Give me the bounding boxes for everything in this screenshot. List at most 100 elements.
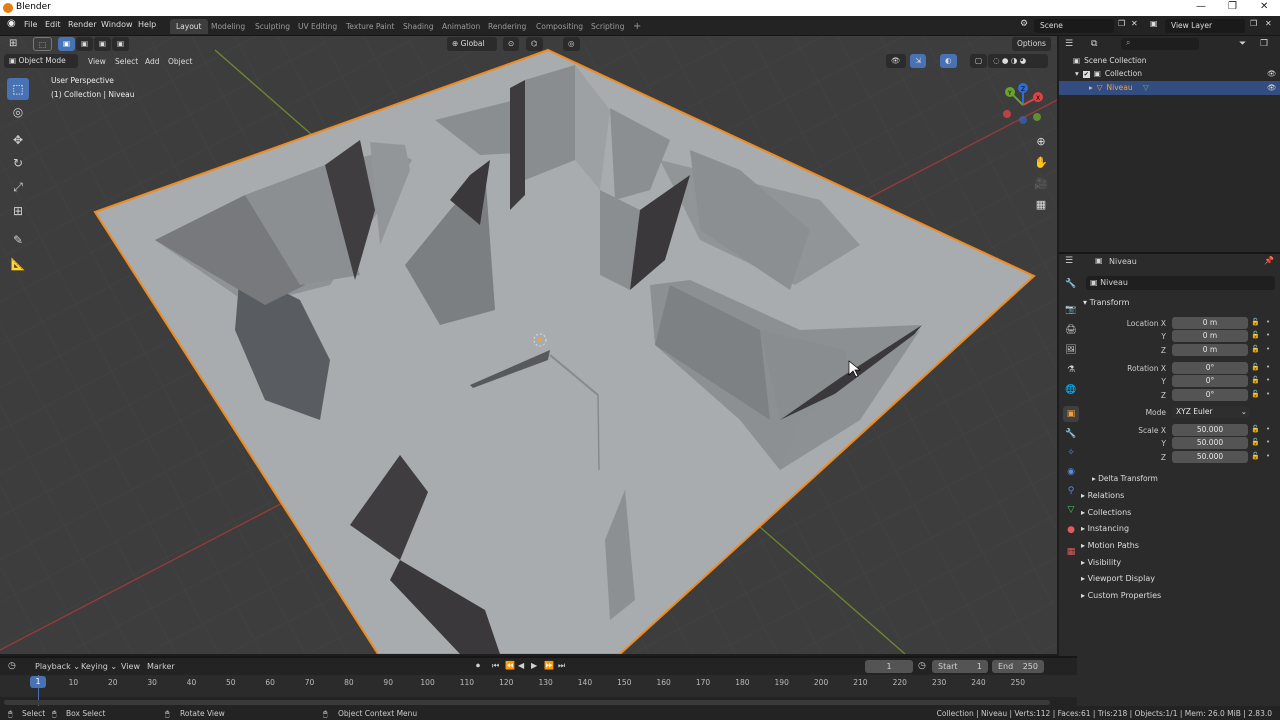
play-reverse-icon[interactable]: ◀ xyxy=(518,661,524,670)
keyframe-dot-icon[interactable]: • xyxy=(1266,438,1270,446)
scene-selector[interactable]: Scene xyxy=(1034,19,1114,33)
delete-view-layer-icon[interactable]: ✕ xyxy=(1265,19,1272,28)
keyframe-dot-icon[interactable]: • xyxy=(1266,425,1270,433)
select-tool-icon[interactable]: ⬚ xyxy=(7,78,29,100)
menu-file[interactable]: File xyxy=(24,20,37,29)
section-relations[interactable]: ▸ Relations xyxy=(1081,491,1124,500)
lock-icon[interactable]: 🔓 xyxy=(1251,318,1260,326)
select-extend-icon[interactable]: ▣ xyxy=(76,37,94,51)
section-visibility[interactable]: ▸ Visibility xyxy=(1081,558,1121,567)
minimize-icon[interactable]: — xyxy=(1196,1,1206,12)
current-frame-field[interactable]: 1 xyxy=(865,660,913,673)
tab-constraints-icon[interactable]: ⚲ xyxy=(1063,483,1079,499)
keyframe-dot-icon[interactable]: • xyxy=(1266,452,1270,460)
scale-tool-icon[interactable]: ⤢ xyxy=(7,176,29,198)
gizmo-toggle-icon[interactable]: ⇲ xyxy=(910,54,927,68)
tab-world-icon[interactable]: 🌐 xyxy=(1063,382,1079,398)
tab-particles-icon[interactable]: ✧ xyxy=(1063,445,1079,461)
lock-icon[interactable]: 🔓 xyxy=(1251,452,1260,460)
box-select-mode-icon[interactable]: ▣ xyxy=(58,37,76,51)
mode-dropdown[interactable]: ▣ Object Mode xyxy=(4,54,78,68)
expand-arrow-icon[interactable]: ▸ xyxy=(1089,83,1093,92)
outliner-editor-icon[interactable]: ☰ xyxy=(1065,39,1073,49)
keyframe-dot-icon[interactable]: • xyxy=(1266,345,1270,353)
location-x-field[interactable]: 0 m xyxy=(1172,317,1248,329)
pivot-point-icon[interactable]: ⊙ xyxy=(503,37,520,51)
menu-window[interactable]: Window xyxy=(101,20,133,29)
lock-icon[interactable]: 🔓 xyxy=(1251,376,1260,384)
new-scene-icon[interactable]: ❐ xyxy=(1118,19,1125,28)
tab-sculpting[interactable]: Sculpting xyxy=(249,19,296,34)
keyframe-dot-icon[interactable]: • xyxy=(1266,331,1270,339)
timeline-editor-icon[interactable]: ◷ xyxy=(8,661,16,671)
tab-compositing[interactable]: Compositing xyxy=(530,19,589,34)
delete-scene-icon[interactable]: ✕ xyxy=(1131,19,1138,28)
lock-icon[interactable]: 🔓 xyxy=(1251,438,1260,446)
rotation-x-field[interactable]: 0° xyxy=(1172,362,1248,374)
lock-icon[interactable]: 🔓 xyxy=(1251,331,1260,339)
delta-transform-subpanel[interactable]: ▸ Delta Transform xyxy=(1092,474,1158,483)
section-collections[interactable]: ▸ Collections xyxy=(1081,508,1131,517)
tab-material-icon[interactable]: ● xyxy=(1063,522,1079,538)
measure-tool-icon[interactable]: 📐 xyxy=(7,253,29,275)
lock-icon[interactable]: 🔓 xyxy=(1251,425,1260,433)
lock-icon[interactable]: 🔓 xyxy=(1251,363,1260,371)
tab-rendering[interactable]: Rendering xyxy=(482,19,532,34)
add-workspace-button[interactable]: + xyxy=(627,19,647,34)
tab-physics-icon[interactable]: ◉ xyxy=(1063,464,1079,480)
tab-uv-editing[interactable]: UV Editing xyxy=(292,19,343,34)
tab-texture-icon[interactable]: ▦ xyxy=(1063,544,1079,560)
jump-start-icon[interactable]: ⏮ xyxy=(492,661,499,671)
outliner-row-collection[interactable]: ▾ ✔ ▣ Collection 👁 xyxy=(1059,67,1280,81)
snap-icon[interactable]: ⌬ xyxy=(526,37,543,51)
tab-object-icon[interactable]: ▣ xyxy=(1063,406,1079,422)
eye-icon[interactable]: 👁 xyxy=(1267,67,1277,81)
location-y-field[interactable]: 0 m xyxy=(1172,330,1248,342)
location-z-field[interactable]: 0 m xyxy=(1172,344,1248,356)
expand-arrow-icon[interactable]: ▾ xyxy=(1075,69,1079,78)
eye-icon[interactable]: 👁 xyxy=(1267,81,1277,95)
transform-tool-icon[interactable]: ⊞ xyxy=(7,200,29,222)
annotate-tool-icon[interactable]: ✎ xyxy=(7,229,29,251)
cursor-tool-icon[interactable]: ◎ xyxy=(7,101,29,123)
tab-modeling[interactable]: Modeling xyxy=(205,19,251,34)
maximize-icon[interactable]: ❐ xyxy=(1228,1,1237,12)
rotation-z-field[interactable]: 0° xyxy=(1172,389,1248,401)
outliner-search-input[interactable]: ⌕ xyxy=(1121,38,1199,50)
move-tool-icon[interactable]: ✥ xyxy=(7,129,29,151)
zoom-icon[interactable]: ⊕ xyxy=(1032,133,1050,151)
proportional-editing-icon[interactable]: ◎ xyxy=(563,37,580,51)
tab-tool-icon[interactable]: 🔧 xyxy=(1063,276,1079,292)
clock-icon[interactable]: ◷ xyxy=(918,661,926,671)
viewport-menu-view[interactable]: View xyxy=(88,57,106,66)
tab-modifiers-icon[interactable]: 🔧 xyxy=(1063,426,1079,442)
shading-mode-buttons[interactable]: ◌ ● ◑ ◕ xyxy=(988,54,1048,68)
scale-x-field[interactable]: 50.000 xyxy=(1172,424,1248,436)
section-motion-paths[interactable]: ▸ Motion Paths xyxy=(1081,541,1139,550)
properties-editor-icon[interactable]: ☰ xyxy=(1065,256,1073,266)
keyframe-dot-icon[interactable]: • xyxy=(1266,390,1270,398)
3d-viewport[interactable]: ⊞ ⬚ ▣ ▣ ▣ ▣ ⊕ Global ⊙ ⌬ ◎ Options ▣ Obj… xyxy=(0,36,1057,654)
close-icon[interactable]: ✕ xyxy=(1260,1,1268,12)
timeline-scrollbar[interactable] xyxy=(4,700,1050,705)
timeline-editor[interactable]: ◷ Playback ⌄ Keying ⌄ View Marker ⏺ ⏮ ⏪ … xyxy=(0,656,1077,708)
visibility-icon[interactable]: 👁 xyxy=(886,54,906,68)
navigation-gizmo[interactable]: Z Y X xyxy=(998,80,1048,130)
viewport-menu-select[interactable]: Select xyxy=(115,57,138,66)
section-viewport-display[interactable]: ▸ Viewport Display xyxy=(1081,574,1155,583)
viewport-menu-object[interactable]: Object xyxy=(168,57,192,66)
transform-section-header[interactable]: ▾ Transform xyxy=(1083,298,1129,307)
rotation-mode-dropdown[interactable]: XYZ Euler ⌄ xyxy=(1172,406,1250,418)
display-mode-icon[interactable]: ⧉ xyxy=(1091,39,1097,49)
filter-icon[interactable]: ⏷ xyxy=(1239,39,1246,49)
tab-output-icon[interactable]: 🖨 xyxy=(1063,322,1079,338)
menu-edit[interactable]: Edit xyxy=(45,20,61,29)
select-mode-icon[interactable]: ⬚ xyxy=(33,37,53,51)
menu-render[interactable]: Render xyxy=(68,20,96,29)
scene-icon[interactable]: ⚙ xyxy=(1020,19,1028,29)
lock-icon[interactable]: 🔓 xyxy=(1251,345,1260,353)
play-icon[interactable]: ▶ xyxy=(531,661,537,670)
select-subtract-icon[interactable]: ▣ xyxy=(94,37,112,51)
record-icon[interactable]: ⏺ xyxy=(476,661,480,671)
outliner-row-scene-collection[interactable]: ▣ Scene Collection xyxy=(1059,54,1280,68)
